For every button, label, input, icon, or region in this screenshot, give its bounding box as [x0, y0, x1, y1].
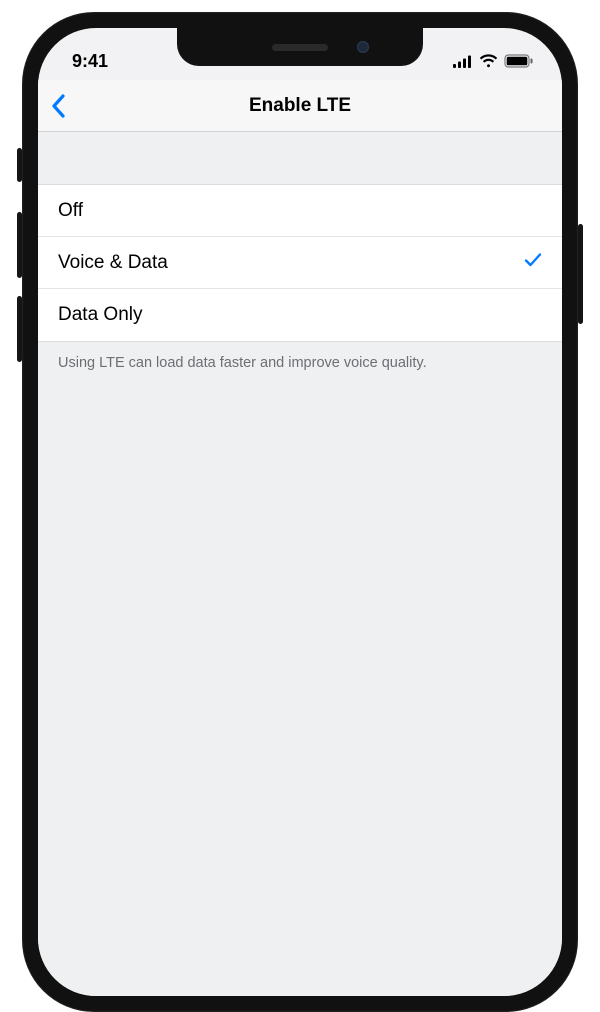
nav-title: Enable LTE [249, 95, 351, 117]
content: Off Voice & Data Data Only Using LTE can… [38, 132, 562, 996]
volume-down-button [17, 296, 22, 362]
battery-icon [504, 54, 534, 68]
front-camera [357, 41, 369, 53]
nav-bar: Enable LTE [38, 80, 562, 132]
volume-up-button [17, 212, 22, 278]
option-label: Off [58, 200, 83, 222]
speaker-grille [272, 44, 328, 51]
option-off[interactable]: Off [38, 185, 562, 237]
mute-switch [17, 148, 22, 182]
option-label: Voice & Data [58, 252, 168, 274]
option-data-only[interactable]: Data Only [38, 289, 562, 341]
wifi-icon [479, 54, 498, 68]
back-button[interactable] [50, 94, 66, 118]
option-label: Data Only [58, 304, 142, 326]
device-frame: 9:41 [22, 12, 578, 1012]
cellular-signal-icon [453, 55, 473, 68]
screen: 9:41 [38, 28, 562, 996]
section-footer: Using LTE can load data faster and impro… [38, 342, 562, 386]
status-icons [453, 54, 534, 68]
checkmark-icon [524, 252, 542, 274]
options-list: Off Voice & Data Data Only [38, 184, 562, 342]
status-time: 9:41 [72, 51, 108, 72]
notch [177, 28, 423, 66]
option-voice-and-data[interactable]: Voice & Data [38, 237, 562, 289]
chevron-left-icon [50, 94, 66, 118]
section-gap [38, 132, 562, 184]
side-button [578, 224, 583, 324]
